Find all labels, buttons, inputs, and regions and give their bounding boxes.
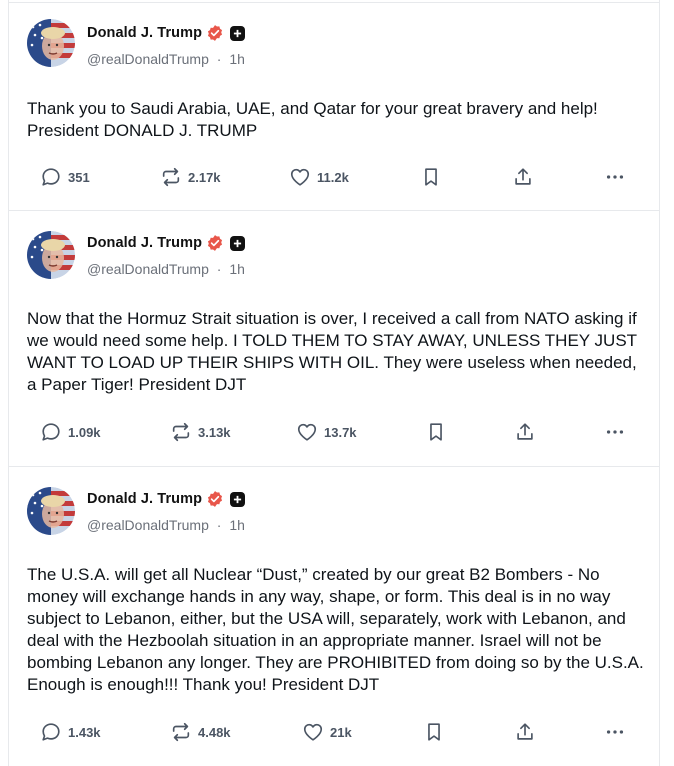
reply-count: 351 — [68, 169, 90, 185]
bookmark-button[interactable] — [425, 418, 447, 446]
repost-count: 4.48k — [198, 724, 231, 740]
bookmark-icon — [425, 168, 437, 186]
author-handle[interactable]: @realDonaldTrump — [87, 51, 209, 67]
author-row: Donald J. Trump — [87, 489, 246, 509]
action-bar: 1.43k 4.48k 21k — [9, 718, 659, 746]
share-button[interactable] — [514, 418, 536, 446]
heart-icon — [290, 168, 310, 186]
separator: · — [216, 51, 222, 67]
reply-icon — [42, 168, 60, 186]
repost-button[interactable]: 2.17k — [160, 163, 221, 191]
heart-icon — [303, 723, 323, 741]
share-button[interactable] — [512, 163, 534, 191]
plus-badge-icon — [230, 235, 246, 251]
feed: Donald J. Trump @realDonaldTrump · 1h Th… — [8, 0, 660, 766]
share-icon — [517, 423, 533, 440]
heart-icon — [297, 423, 317, 441]
share-button[interactable] — [514, 718, 536, 746]
reply-count: 1.43k — [68, 724, 101, 740]
repost-icon — [172, 722, 190, 742]
action-bar: 351 2.17k 11.2k — [9, 163, 659, 191]
like-button[interactable]: 11.2k — [289, 163, 349, 191]
more-button[interactable] — [604, 418, 626, 446]
action-bar: 1.09k 3.13k 13.7k — [9, 418, 659, 446]
handle-row: @realDonaldTrump · 1h — [87, 50, 245, 68]
bookmark-icon — [428, 723, 440, 741]
separator: · — [216, 261, 222, 277]
repost-button[interactable]: 3.13k — [170, 418, 231, 446]
post: Donald J. Trump @realDonaldTrump · 1h No… — [9, 211, 659, 467]
verified-badge-icon — [208, 25, 223, 41]
verified-badge-icon — [208, 235, 223, 251]
author-row: Donald J. Trump — [87, 233, 246, 253]
verified-badge-icon — [208, 491, 223, 507]
repost-icon — [162, 167, 180, 187]
author-name[interactable]: Donald J. Trump — [87, 235, 202, 251]
bookmark-icon — [430, 423, 442, 441]
like-count: 11.2k — [317, 169, 349, 185]
more-icon — [606, 430, 624, 434]
reply-button[interactable]: 351 — [40, 163, 90, 191]
more-button[interactable] — [604, 163, 626, 191]
post-text: The U.S.A. will get all Nuclear “Dust,” … — [27, 565, 644, 694]
repost-count: 3.13k — [198, 424, 231, 440]
author-name[interactable]: Donald J. Trump — [87, 25, 202, 41]
like-button[interactable]: 13.7k — [296, 418, 357, 446]
post: Donald J. Trump @realDonaldTrump · 1h Th… — [9, 467, 659, 766]
avatar[interactable] — [27, 487, 75, 535]
bookmark-button[interactable] — [423, 718, 445, 746]
avatar[interactable] — [27, 231, 75, 279]
repost-button[interactable]: 4.48k — [170, 718, 231, 746]
like-button[interactable]: 21k — [302, 718, 352, 746]
author-handle[interactable]: @realDonaldTrump — [87, 517, 209, 533]
like-count: 13.7k — [324, 424, 357, 440]
timestamp[interactable]: 1h — [229, 51, 245, 67]
author-name[interactable]: Donald J. Trump — [87, 491, 202, 507]
repost-count: 2.17k — [188, 169, 221, 185]
timestamp[interactable]: 1h — [229, 517, 245, 533]
post-text: Thank you to Saudi Arabia, UAE, and Qata… — [27, 99, 598, 140]
post: Donald J. Trump @realDonaldTrump · 1h Th… — [9, 2, 659, 211]
plus-badge-icon — [230, 491, 246, 507]
more-icon — [606, 175, 624, 179]
timestamp[interactable]: 1h — [229, 261, 245, 277]
reply-icon — [42, 723, 60, 741]
more-button[interactable] — [604, 718, 626, 746]
repost-icon — [172, 422, 190, 442]
reply-button[interactable]: 1.43k — [40, 718, 101, 746]
separator: · — [216, 517, 222, 533]
bookmark-button[interactable] — [420, 163, 442, 191]
author-handle[interactable]: @realDonaldTrump — [87, 261, 209, 277]
avatar[interactable] — [27, 19, 75, 67]
reply-icon — [42, 423, 60, 441]
like-count: 21k — [330, 724, 352, 740]
handle-row: @realDonaldTrump · 1h — [87, 516, 245, 534]
reply-button[interactable]: 1.09k — [40, 418, 101, 446]
handle-row: @realDonaldTrump · 1h — [87, 260, 245, 278]
share-icon — [517, 723, 533, 740]
author-row: Donald J. Trump — [87, 23, 246, 43]
share-icon — [515, 168, 531, 185]
plus-badge-icon — [230, 25, 246, 41]
post-text: Now that the Hormuz Strait situation is … — [27, 309, 637, 394]
more-icon — [606, 730, 624, 734]
reply-count: 1.09k — [68, 424, 101, 440]
